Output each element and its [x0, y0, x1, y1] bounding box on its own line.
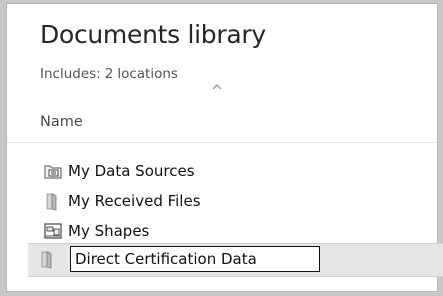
data-sources-folder-icon	[43, 161, 63, 181]
folder-icon	[38, 249, 58, 269]
rename-input[interactable]	[70, 246, 320, 272]
sort-ascending-icon	[212, 84, 222, 90]
list-item[interactable]: My Data Sources	[43, 158, 195, 184]
list-item-label: My Data Sources	[68, 162, 195, 180]
selected-row[interactable]	[28, 243, 443, 277]
includes-count: 2	[104, 66, 114, 82]
library-title: Documents library	[40, 20, 266, 49]
list-item[interactable]: My Received Files	[43, 188, 201, 214]
folder-icon	[43, 191, 63, 211]
includes-label: Includes:	[40, 66, 101, 82]
library-includes[interactable]: Includes: 2 locations	[40, 66, 178, 82]
list-item[interactable]: My Shapes	[43, 218, 149, 244]
header-divider	[7, 142, 437, 143]
shapes-folder-icon	[43, 221, 63, 241]
includes-unit: locations	[117, 66, 178, 82]
list-item-label: My Shapes	[68, 222, 150, 240]
column-header-name[interactable]: Name	[40, 114, 83, 130]
list-item-label: My Received Files	[68, 192, 201, 210]
